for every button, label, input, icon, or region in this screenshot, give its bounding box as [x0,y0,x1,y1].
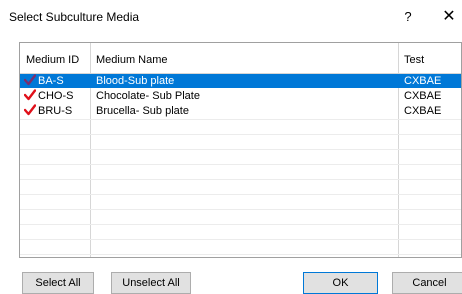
checkmark-icon[interactable] [24,104,36,116]
column-header-medium-id[interactable]: Medium ID [20,43,90,73]
row-gridline [20,179,461,180]
close-button[interactable]: ✕ [440,7,458,27]
column-header-test[interactable]: Test [398,43,461,73]
medium-id: BRU-S [38,105,73,117]
row-gridline [20,194,461,195]
table-row[interactable]: BRU-S Brucella- Sub plate CXBAE [20,104,461,118]
medium-id-cell: BA-S [24,74,88,88]
row-gridline [20,119,461,120]
list-header: Medium ID Medium Name Test [20,43,461,74]
row-gridline [20,209,461,210]
select-subculture-media-dialog: Select Subculture Media ? ✕ Medium ID Me… [0,0,462,294]
medium-id-cell: CHO-S [24,89,88,103]
medium-name: Brucella- Sub plate [96,105,189,117]
medium-id: BA-S [38,75,64,87]
dialog-title: Select Subculture Media [9,10,140,24]
test-code: CXBAE [404,90,442,102]
row-gridline [20,239,461,240]
test-code: CXBAE [404,75,442,87]
row-gridline [20,134,461,135]
checkmark-icon[interactable] [24,74,36,86]
column-header-medium-name[interactable]: Medium Name [90,43,398,73]
row-gridline [20,254,461,255]
cancel-button[interactable]: Cancel [392,272,462,294]
media-list[interactable]: Medium ID Medium Name Test BA-S Blood-Sub… [19,42,462,258]
ok-button[interactable]: OK [303,272,378,294]
unselect-all-button[interactable]: Unselect All [111,272,191,294]
row-gridline [20,164,461,165]
medium-name: Chocolate- Sub Plate [96,90,200,102]
help-button[interactable]: ? [400,8,416,26]
medium-name: Blood-Sub plate [96,75,175,87]
checkmark-icon[interactable] [24,89,36,101]
table-row[interactable]: CHO-S Chocolate- Sub Plate CXBAE [20,89,461,103]
table-row[interactable]: BA-S Blood-Sub plate CXBAE [20,74,461,88]
medium-id: CHO-S [38,90,74,102]
row-gridline [20,224,461,225]
medium-id-cell: BRU-S [24,104,88,118]
test-code: CXBAE [404,105,442,117]
row-gridline [20,149,461,150]
select-all-button[interactable]: Select All [22,272,94,294]
